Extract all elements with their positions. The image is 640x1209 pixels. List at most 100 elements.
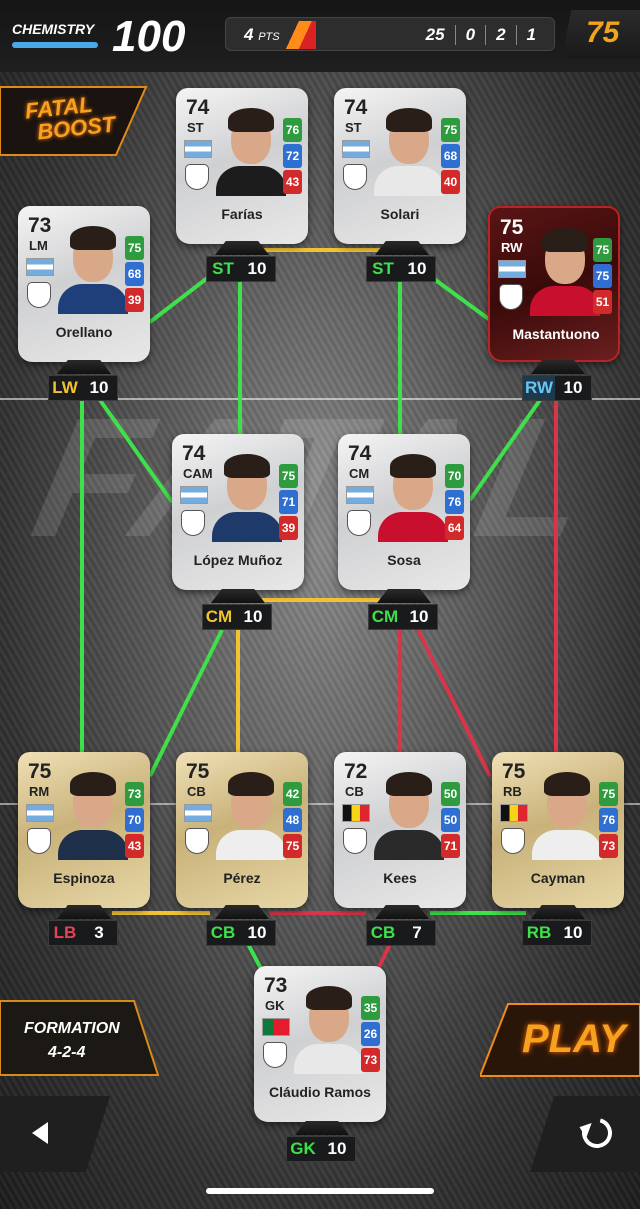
player-card[interactable]: 74 CAM 75 71 39 López Muñoz	[172, 434, 304, 590]
position-tag: CB 7	[366, 920, 436, 946]
player-rating: 74	[186, 96, 210, 119]
position-chemistry: 10	[247, 259, 267, 278]
player-name: Solari	[380, 206, 420, 222]
points-box: 4 PTS 25 0 2 1	[225, 17, 555, 51]
club-badge-icon	[347, 510, 371, 536]
player-card[interactable]: 75 CB 42 48 75 Pérez	[176, 752, 308, 908]
nation-flag-icon	[262, 1018, 290, 1036]
player-card[interactable]: 72 CB 50 50 71 Kees	[334, 752, 466, 908]
position-tag: CM 10	[202, 604, 272, 630]
stat-defense: 64	[445, 516, 464, 540]
team-rating-badge: 75	[562, 10, 640, 58]
player-shirt	[378, 512, 448, 542]
position-chemistry: 10	[327, 1139, 347, 1158]
player-rating: 72	[344, 760, 368, 783]
player-photo	[374, 764, 444, 860]
position-chemistry: 7	[412, 923, 422, 942]
player-card[interactable]: 73 LM 75 68 39 Orellano	[18, 206, 150, 362]
fatal-boost-button[interactable]: FATAL BOOST	[0, 86, 148, 156]
position-tag: ST 10	[206, 256, 276, 282]
player-card[interactable]: 74 ST 76 72 43 Farías	[176, 88, 308, 244]
player-position: CM	[349, 466, 370, 481]
record-separator	[515, 25, 517, 45]
nation-flag-icon	[26, 258, 54, 276]
player-position: ST	[187, 120, 204, 135]
position-tag: CB 10	[206, 920, 276, 946]
stat-midfield: 68	[441, 144, 460, 168]
chemistry-label: CHEMISTRY	[12, 21, 95, 37]
link-orellano-farias	[148, 274, 212, 324]
back-arrow-icon	[32, 1122, 48, 1144]
position-chemistry: 10	[563, 378, 583, 397]
player-stats: 42 48 75	[283, 782, 302, 858]
player-card[interactable]: 74 ST 75 68 40 Solari	[334, 88, 466, 244]
points-unit: PTS	[258, 31, 280, 43]
nation-flag-icon	[342, 140, 370, 158]
player-hair	[70, 772, 116, 796]
player-rating: 73	[264, 974, 288, 997]
club-badge-icon	[185, 164, 209, 190]
stat-defense: 51	[593, 290, 612, 314]
position-code: GK	[290, 1139, 316, 1158]
player-shirt	[374, 830, 444, 860]
record-numbers: 25 0 2 1	[426, 25, 536, 45]
player-shirt	[530, 286, 600, 316]
player-card[interactable]: 73 GK 35 26 73 Cláudio Ramos	[254, 966, 386, 1122]
points-label: 4 PTS	[244, 25, 280, 45]
formation-label: FORMATION	[24, 1020, 120, 1037]
nation-flag-icon	[342, 804, 370, 822]
player-card[interactable]: 74 CM 70 76 64 Sosa	[338, 434, 470, 590]
player-card[interactable]: 75 RM 73 70 43 Espinoza	[18, 752, 150, 908]
player-card[interactable]: 75 RB 75 76 73 Cayman	[492, 752, 624, 908]
formation-value: 4-2-4	[48, 1044, 86, 1061]
player-photo	[58, 764, 128, 860]
position-tag: RB 10	[522, 920, 592, 946]
player-hair	[386, 108, 432, 132]
record-draws: 0	[465, 25, 476, 44]
stat-defense: 71	[441, 834, 460, 858]
stat-midfield: 76	[445, 490, 464, 514]
position-chemistry: 10	[243, 607, 263, 626]
player-name: Pérez	[223, 870, 261, 886]
player-hair	[70, 226, 116, 250]
stat-midfield: 70	[125, 808, 144, 832]
stat-defense: 39	[279, 516, 298, 540]
stat-attack: 76	[283, 118, 302, 142]
club-badge-icon	[499, 284, 523, 310]
play-button[interactable]: PLAY	[480, 1003, 640, 1077]
player-stats: 75 75 51	[593, 238, 612, 314]
player-photo	[58, 218, 128, 314]
nation-flag-icon	[498, 260, 526, 278]
player-card[interactable]: 75 RW 75 75 51 Mastantuono	[488, 206, 620, 362]
position-tag: LB 3	[48, 920, 118, 946]
record-wins: 25	[425, 25, 445, 44]
player-shirt	[532, 830, 602, 860]
link-solari-mastantuono	[428, 274, 492, 322]
player-shirt	[294, 1044, 364, 1074]
club-badge-icon	[27, 828, 51, 854]
player-shirt	[58, 284, 128, 314]
player-photo	[532, 764, 602, 860]
stat-attack: 70	[445, 464, 464, 488]
formation-frame-icon	[0, 1000, 160, 1076]
club-badge-icon	[27, 282, 51, 308]
player-stats: 76 72 43	[283, 118, 302, 194]
formation-button[interactable]: FORMATION 4-2-4	[0, 1000, 160, 1076]
record-extra: 1	[526, 25, 536, 44]
team-rating-value: 75	[586, 16, 620, 49]
nation-flag-icon	[184, 804, 212, 822]
stat-attack: 75	[599, 782, 618, 806]
position-chemistry: 10	[563, 923, 583, 942]
player-rating: 73	[28, 214, 52, 237]
player-stats: 73 70 43	[125, 782, 144, 858]
stat-attack: 75	[593, 238, 612, 262]
player-rating: 74	[344, 96, 368, 119]
player-photo	[294, 978, 364, 1074]
player-name: Cláudio Ramos	[269, 1084, 371, 1100]
player-stats: 75 68 40	[441, 118, 460, 194]
position-code: CM	[371, 607, 399, 626]
player-stats: 70 76 64	[445, 464, 464, 540]
player-rating: 75	[502, 760, 526, 783]
position-chemistry: 3	[94, 923, 104, 942]
stat-defense: 39	[125, 288, 144, 312]
